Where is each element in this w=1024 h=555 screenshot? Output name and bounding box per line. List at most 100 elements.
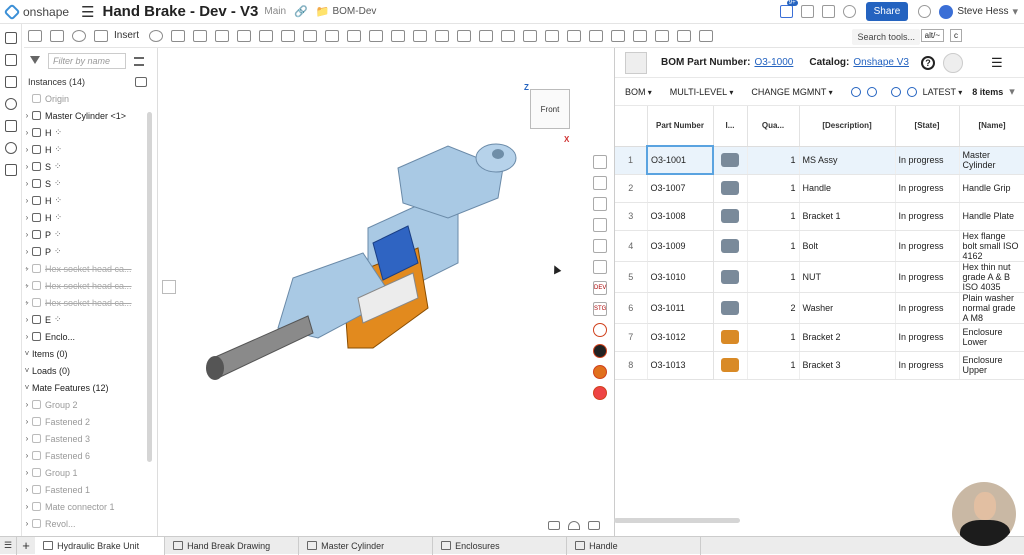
chevron-down-icon[interactable]: ▾ [1012,5,1018,18]
folder-icon[interactable]: 📁 [316,5,330,18]
pattern-icon[interactable] [435,29,450,42]
replicate-icon[interactable] [413,29,428,42]
part-image-cell[interactable] [713,292,748,324]
shaded-view-icon[interactable] [548,521,560,530]
mate-connector-icon[interactable] [391,29,406,42]
instance-options-icon[interactable] [135,77,147,87]
row-index[interactable]: 1 [615,146,648,175]
screw-relation-icon[interactable] [633,29,648,42]
bom-row[interactable]: 1 O3-1001 1 MS Assy In progress Master Cylind… [615,145,1024,175]
limits-icon[interactable] [677,29,692,42]
view-cube[interactable]: Front Z X [518,75,578,144]
move-down-icon[interactable] [866,86,877,97]
revolute-mate-icon[interactable] [193,29,208,42]
chevron-right-icon[interactable]: › [22,400,32,409]
quantity-cell[interactable]: 1 [747,202,800,231]
tree-item[interactable]: › H ⁘ [22,192,157,209]
tree-item[interactable]: › Master Cylinder <1> [22,107,157,124]
tree-item[interactable]: › H ⁘ [22,209,157,226]
state-cell[interactable]: In progress [895,146,960,175]
chevron-right-icon[interactable]: › [22,162,32,171]
state-cell[interactable]: In progress [895,230,960,262]
state-cell[interactable]: In progress [895,323,960,352]
motion-icon[interactable] [699,29,714,42]
list-view-icon[interactable] [134,56,144,66]
description-cell[interactable]: Washer [799,292,896,324]
tree-item[interactable]: › S ⁘ [22,175,157,192]
chevron-right-icon[interactable]: › [22,315,32,324]
ball-mate-icon[interactable] [303,29,318,42]
tab-0[interactable]: Hydraulic Brake Unit [35,536,166,555]
bom-part-number-link[interactable]: O3-1000 [754,57,793,68]
mirror-icon[interactable] [457,29,472,42]
group-icon[interactable] [369,29,384,42]
versions-icon[interactable] [5,142,17,154]
state-cell[interactable]: In progress [895,261,960,293]
tabs-menu-icon[interactable]: ☰ [0,536,18,555]
filter-icon[interactable] [30,56,40,66]
col-image[interactable]: I... [713,106,748,147]
chevron-right-icon[interactable]: › [22,213,32,222]
chevron-right-icon[interactable]: › [22,485,32,494]
section-view-icon[interactable] [545,29,560,42]
quantity-cell[interactable]: 1 [747,351,800,380]
name-cell[interactable]: Enclosure Upper [959,351,1024,380]
chevron-right-icon[interactable]: › [22,111,32,120]
dev-app-icon[interactable]: DEV [593,281,607,295]
tangent-mate-icon[interactable] [347,29,362,42]
description-cell[interactable]: Bracket 2 [799,323,896,352]
chevron-right-icon[interactable]: › [22,128,32,137]
globe-icon[interactable] [842,5,856,18]
part-number-cell[interactable]: O3-1007 [646,173,714,203]
name-cell[interactable]: Hex thin nut grade A & B ISO 4035 [959,261,1024,293]
description-cell[interactable]: Bolt [799,230,896,262]
gear-relation-icon[interactable] [589,29,604,42]
part-number-cell[interactable]: O3-1013 [646,350,714,380]
row-index[interactable]: 4 [615,230,648,262]
chevron-right-icon[interactable]: › [22,230,32,239]
name-cell[interactable]: Handle Plate [959,202,1024,231]
undo-icon[interactable] [28,29,42,42]
bom-table-icon[interactable] [593,155,607,169]
view-mode-icon[interactable] [588,521,600,530]
chevron-right-icon[interactable]: › [22,179,32,188]
tree-section[interactable]: ˅ Mate Features (12) [22,379,157,396]
col-name[interactable]: [Name] [959,106,1024,147]
state-cell[interactable]: In progress [895,174,960,203]
notifications-icon[interactable] [779,0,798,18]
help-icon[interactable] [918,5,932,18]
tree-item[interactable]: › Enclo... [22,328,157,345]
part-image-cell[interactable] [713,174,748,203]
chevron-down-icon[interactable]: ˅ [22,366,32,375]
col-state[interactable]: [State] [895,106,960,147]
quantity-cell[interactable]: 2 [747,292,800,324]
stg-app-icon[interactable]: STG [593,302,607,316]
layers-icon[interactable] [593,218,607,232]
name-cell[interactable]: Master Cylinder [959,146,1024,175]
named-position-icon[interactable] [501,29,516,42]
branch-label[interactable]: Main [264,6,286,17]
part-image-cell[interactable] [713,146,748,175]
filter-input[interactable]: Filter by name [48,53,126,69]
part-number-cell[interactable]: O3-1011 [646,291,714,324]
part-image-cell[interactable] [713,323,748,352]
appearance-icon[interactable] [567,29,582,42]
hamburger-menu-icon[interactable]: ☰ [81,3,94,21]
bom-row[interactable]: 3 O3-1008 1 Bracket 1 In progress Handle Plat… [615,201,1024,231]
pin-slot-mate-icon[interactable] [281,29,296,42]
quantity-cell[interactable]: 1 [747,230,800,262]
tree-item[interactable]: › Group 2 [22,396,157,413]
part-image-cell[interactable] [713,261,748,293]
tab-3[interactable]: Enclosures [433,536,568,555]
user-name[interactable]: Steve Hess [957,6,1008,17]
description-cell[interactable]: Handle [799,174,896,203]
catalog-link[interactable]: Onshape V3 [853,57,909,68]
state-cell[interactable]: In progress [895,292,960,324]
chevron-right-icon[interactable]: › [22,281,32,290]
lifebuoy-icon[interactable] [593,323,607,337]
multilevel-dropdown[interactable]: MULTI-LEVEL [670,87,734,97]
feature-list-icon[interactable] [5,32,17,44]
onshape-logo[interactable]: onshape [3,3,69,20]
col-part-number[interactable]: Part Number [647,106,714,147]
chevron-down-icon[interactable]: ▾ [1009,85,1015,98]
